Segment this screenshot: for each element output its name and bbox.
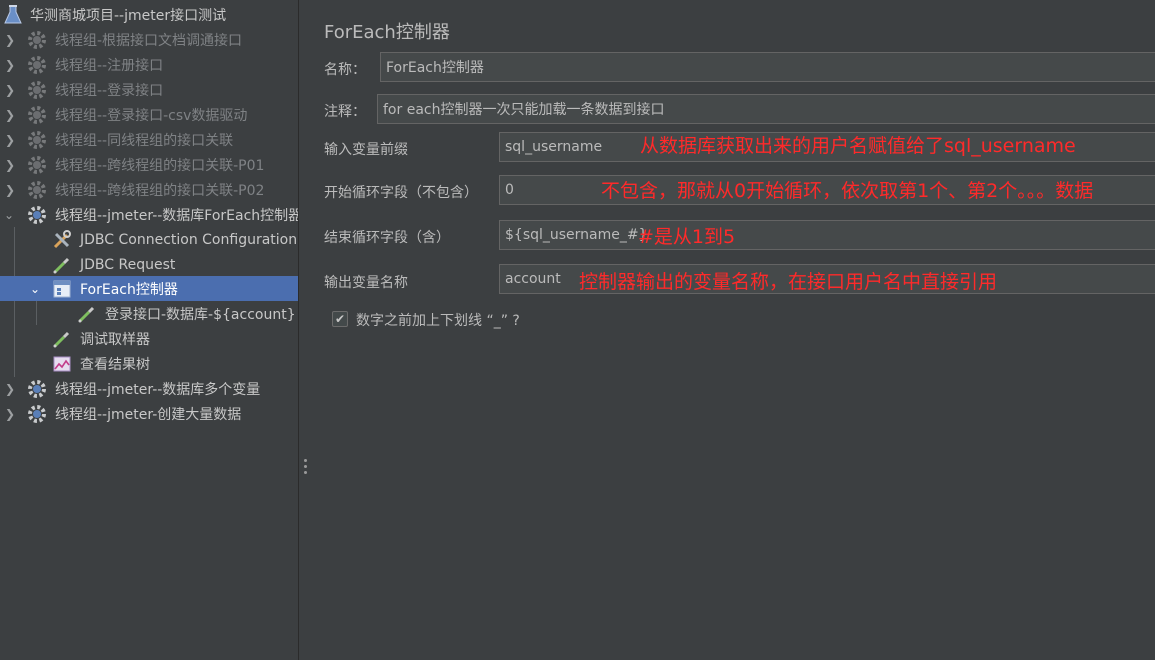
tree-item-result-tree[interactable]: 查看结果树 <box>0 351 298 376</box>
chevron-right-icon[interactable]: ❯ <box>5 158 17 172</box>
pipette-icon <box>52 255 72 275</box>
end-index-label: 结束循环字段（含） <box>324 230 450 246</box>
tree-item-label: 调试取样器 <box>80 331 150 348</box>
underscore-checkbox-label: 数字之前加上下划线 “_” ? <box>356 313 520 329</box>
comment-field[interactable]: for each控制器一次只能加载一条数据到接口 <box>377 94 1155 124</box>
name-label: 名称： <box>324 62 366 78</box>
start-index-label: 开始循环字段（不包含） <box>324 185 478 201</box>
chevron-right-icon[interactable]: ❯ <box>5 382 17 396</box>
wrench-icon <box>52 229 72 250</box>
chevron-right-icon[interactable]: ❯ <box>5 133 17 147</box>
input-prefix-label: 输入变量前缀 <box>324 142 408 158</box>
gear-icon <box>27 105 47 125</box>
tree-root-label: 华测商城项目--jmeter接口测试 <box>30 7 227 24</box>
tree-item-label: ForEach控制器 <box>80 281 178 298</box>
gear-icon <box>27 180 47 200</box>
tree-thread-group[interactable]: ❯ 线程组--jmeter--数据库多个变量 <box>0 376 298 401</box>
grip-dot <box>304 465 307 468</box>
tree-item-jdbc-request[interactable]: JDBC Request <box>0 252 298 277</box>
tree-thread-group[interactable]: ❯ 线程组--跨线程组的接口关联-P01 <box>0 152 298 177</box>
tree-thread-group-label: 线程组--登录接口 <box>55 82 164 99</box>
tree-thread-group[interactable]: ❯ 线程组--jmeter-创建大量数据 <box>0 401 298 426</box>
chevron-right-icon[interactable]: ❯ <box>5 83 17 97</box>
gear-icon <box>27 379 47 399</box>
gear-icon <box>27 205 47 225</box>
tree-thread-group-label: 线程组--跨线程组的接口关联-P02 <box>55 182 265 199</box>
tree-root[interactable]: 华测商城项目--jmeter接口测试 <box>0 2 298 27</box>
gear-icon <box>27 130 47 150</box>
tree-thread-group-label: 线程组-根据接口文档调通接口 <box>55 32 243 49</box>
gear-icon <box>27 55 47 75</box>
chevron-right-icon[interactable]: ❯ <box>5 108 17 122</box>
gear-icon <box>27 404 47 424</box>
annotation-end-index: #是从1到5 <box>638 226 736 248</box>
chart-icon <box>52 354 72 374</box>
end-index-field[interactable]: ${sql_username_#} <box>499 220 1155 250</box>
tree-thread-group[interactable]: ❯ 线程组--跨线程组的接口关联-P02 <box>0 177 298 202</box>
panel-title: ForEach控制器 <box>324 22 450 43</box>
tree-thread-group[interactable]: ❯ 线程组--注册接口 <box>0 52 298 77</box>
underscore-checkbox[interactable]: ✔ <box>332 311 348 327</box>
tree-thread-group-label: 线程组--jmeter--数据库多个变量 <box>55 381 261 398</box>
tree-item-login-sampler[interactable]: 登录接口-数据库-${account} <box>0 301 298 326</box>
pipette-icon <box>77 304 97 324</box>
tree-thread-group-label: 线程组--跨线程组的接口关联-P01 <box>55 157 265 174</box>
tree-thread-group[interactable]: ❯ 线程组-根据接口文档调通接口 <box>0 27 298 52</box>
tree-item-foreach-controller[interactable]: ⌄ ForEach控制器 <box>0 276 298 301</box>
tree-thread-group-label: 线程组--同线程组的接口关联 <box>55 132 234 149</box>
grip-dot <box>304 459 307 462</box>
tree-thread-group-label: 线程组--jmeter-创建大量数据 <box>55 406 242 423</box>
tree-thread-group-label: 线程组--注册接口 <box>55 57 164 74</box>
annotation-input-prefix: 从数据库获取出来的用户名赋值给了sql_username <box>640 135 1076 157</box>
tree-item-label: 登录接口-数据库-${account} <box>105 306 296 323</box>
comment-label: 注释： <box>324 104 366 120</box>
tree-item-label: 查看结果树 <box>80 356 150 373</box>
controller-icon <box>52 279 72 299</box>
chevron-down-icon[interactable]: ⌄ <box>4 208 16 222</box>
pipette-icon <box>52 329 72 349</box>
tree-item-label: JDBC Connection Configuration <box>80 231 298 248</box>
tree-thread-group[interactable]: ❯ 线程组--登录接口-csv数据驱动 <box>0 102 298 127</box>
chevron-right-icon[interactable]: ❯ <box>5 58 17 72</box>
annotation-start-index: 不包含，那就从0开始循环，依次取第1个、第2个。。。数据 <box>601 180 1094 202</box>
tree-item-jdbc-config[interactable]: JDBC Connection Configuration <box>0 227 298 252</box>
gear-icon <box>27 155 47 175</box>
tree-item-debug-sampler[interactable]: 调试取样器 <box>0 326 298 351</box>
grip-dot <box>304 471 307 474</box>
tree-thread-group-label: 线程组--登录接口-csv数据驱动 <box>55 107 248 124</box>
foreach-controller-panel: ForEach控制器 名称： ForEach控制器 注释： for each控制… <box>311 0 1155 660</box>
annotation-output-variable: 控制器输出的变量名称，在接口用户名中直接引用 <box>579 271 998 293</box>
test-plan-tree: 华测商城项目--jmeter接口测试 ❯ 线程组-根据接口文档调通接口 ❯ 线程… <box>0 0 298 660</box>
chevron-right-icon[interactable]: ❯ <box>5 183 17 197</box>
chevron-right-icon[interactable]: ❯ <box>5 33 17 47</box>
tree-thread-group[interactable]: ❯ 线程组--登录接口 <box>0 77 298 102</box>
tree-item-label: JDBC Request <box>80 256 176 273</box>
chevron-down-icon[interactable]: ⌄ <box>30 282 42 296</box>
name-field[interactable]: ForEach控制器 <box>380 52 1155 82</box>
chevron-right-icon[interactable]: ❯ <box>5 407 17 421</box>
output-variable-label: 输出变量名称 <box>324 275 408 291</box>
splitter-handle[interactable] <box>298 0 311 660</box>
flask-icon <box>3 4 23 25</box>
tree-thread-group[interactable]: ❯ 线程组--同线程组的接口关联 <box>0 127 298 152</box>
gear-icon <box>27 80 47 100</box>
tree-thread-group-label: 线程组--jmeter--数据库ForEach控制器 <box>55 207 298 224</box>
gear-icon <box>27 30 47 50</box>
tree-thread-group-expanded[interactable]: ⌄ 线程组--jmeter--数据库ForEach控制器 <box>0 202 298 227</box>
